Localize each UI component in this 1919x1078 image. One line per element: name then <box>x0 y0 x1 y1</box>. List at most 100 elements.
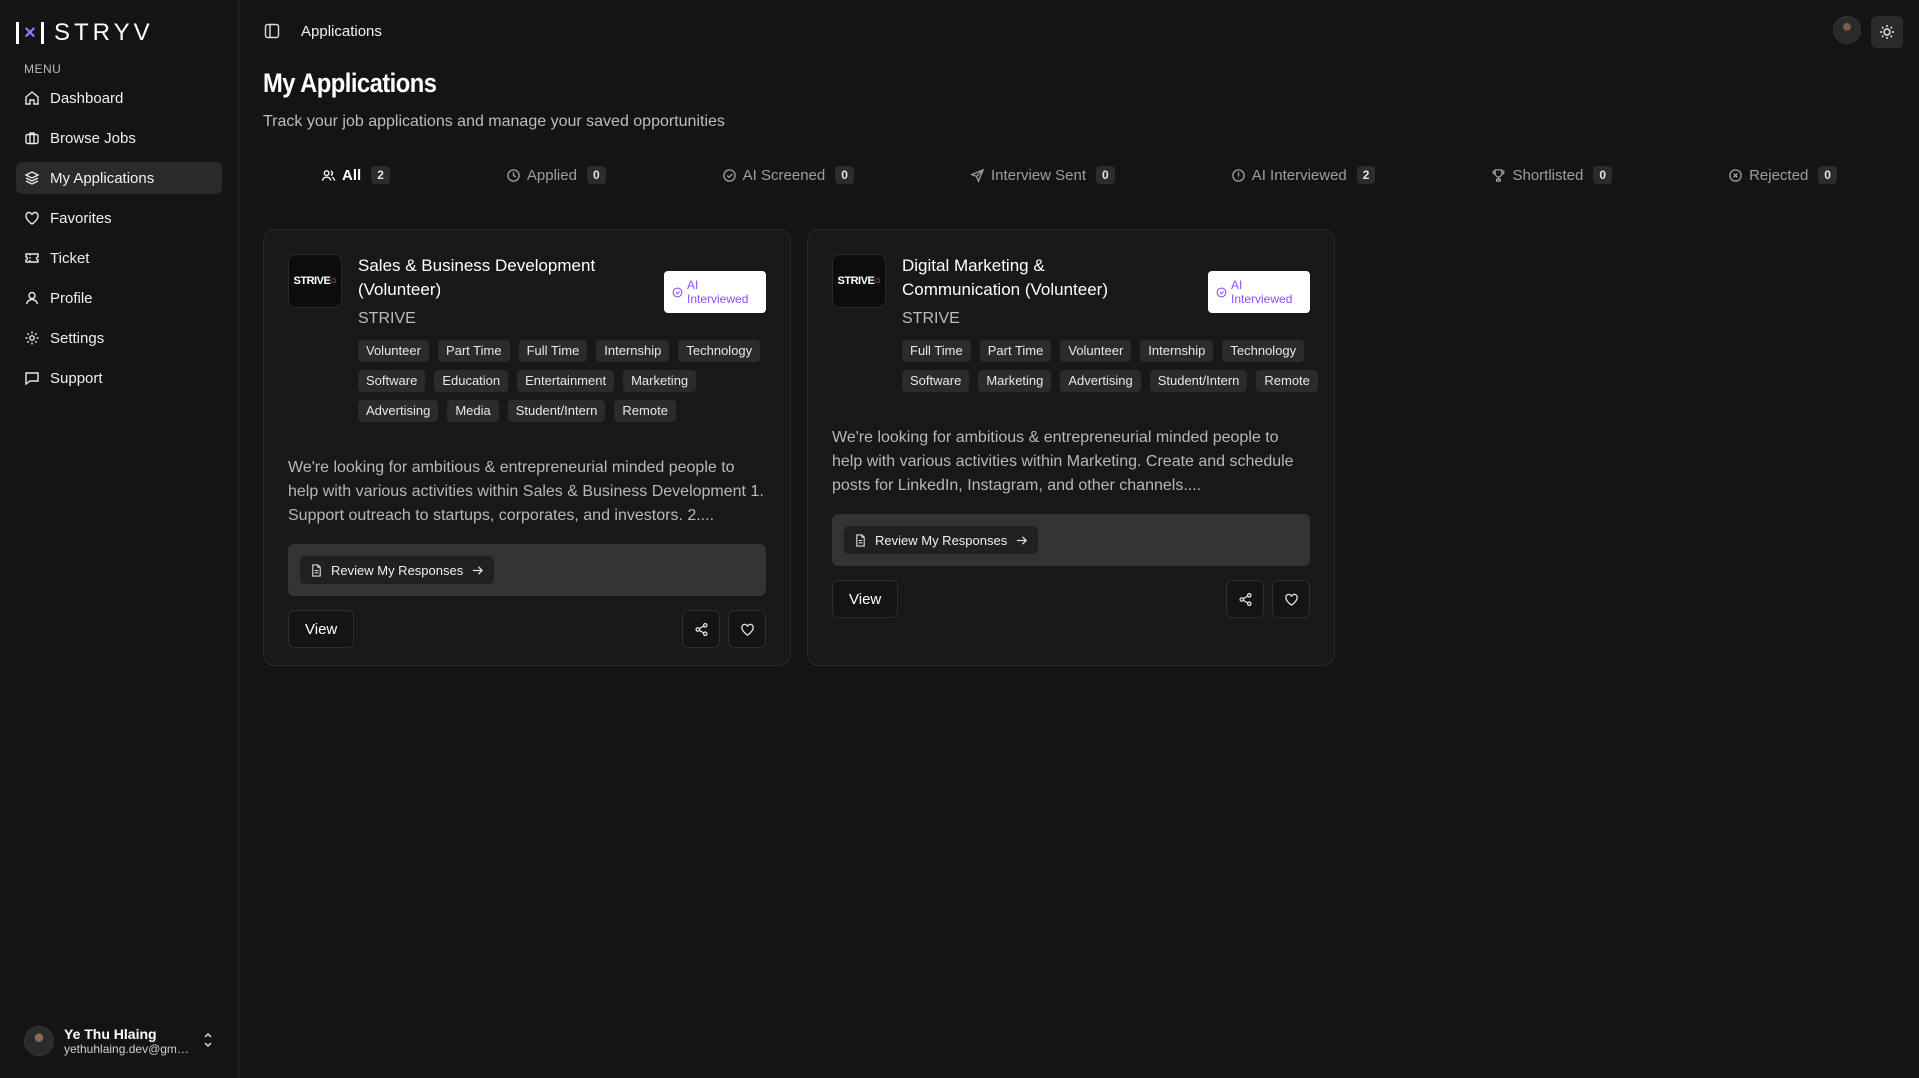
ticket-icon <box>25 253 39 263</box>
tab-label: All <box>342 166 362 184</box>
tag: Internship <box>596 340 670 362</box>
app-root: × STRYV MENU Dashboard Browse Jobs My Ap… <box>0 0 1919 1078</box>
breadcrumb[interactable]: Applications <box>301 23 382 40</box>
status-badge-label: AI Interviewed <box>1231 278 1293 306</box>
heart-icon <box>25 211 39 225</box>
sidebar-item-dashboard[interactable]: Dashboard <box>16 82 222 114</box>
view-button[interactable]: View <box>832 580 899 618</box>
menu-label: MENU <box>24 62 62 76</box>
job-title[interactable]: Digital Marketing & Communication (Volun… <box>902 254 1152 302</box>
share-button[interactable] <box>1226 580 1264 618</box>
job-title[interactable]: Sales & Business Development (Volunteer) <box>358 254 608 302</box>
tag: Remote <box>614 400 676 422</box>
chevrons-up-down-icon[interactable] <box>202 1032 214 1050</box>
briefcase-icon <box>25 132 39 145</box>
sidebar-item-settings[interactable]: Settings <box>16 322 222 354</box>
user-icon <box>25 291 39 305</box>
review-button-label: Review My Responses <box>875 532 1008 548</box>
check-circle-icon <box>672 287 683 297</box>
company-logo: STRIVE ○ <box>288 254 342 308</box>
share-icon <box>694 622 708 636</box>
avatar <box>24 1026 54 1056</box>
theme-toggle-button[interactable] <box>1871 16 1903 48</box>
arrow-right-icon <box>473 565 484 575</box>
check-circle-icon <box>1216 287 1227 297</box>
logo-mark-icon: × <box>16 22 44 44</box>
tab-label: AI Screened <box>742 166 826 184</box>
tag: Advertising <box>358 400 439 422</box>
application-card: STRIVE ○ Sales & Business Development (Vo… <box>263 229 791 666</box>
message-icon <box>25 372 39 386</box>
sidebar-toggle-icon[interactable] <box>263 22 281 40</box>
card-actions <box>682 610 766 648</box>
tab-ai-interviewed[interactable]: AI Interviewed 2 <box>1231 166 1376 184</box>
application-cards: STRIVE ○ Sales & Business Development (Vo… <box>263 229 1895 666</box>
status-badge-label: AI Interviewed <box>687 278 749 306</box>
tab-label: Applied <box>526 166 577 184</box>
favorite-button[interactable] <box>728 610 766 648</box>
document-icon <box>856 533 865 547</box>
tab-label: Interview Sent <box>990 166 1086 184</box>
review-responses-button[interactable]: Review My Responses <box>844 526 1039 554</box>
favorite-button[interactable] <box>1272 580 1310 618</box>
job-description: We're looking for ambitious & entreprene… <box>832 429 1294 494</box>
tab-count-badge: 0 <box>586 166 606 184</box>
tab-label: Rejected <box>1749 166 1809 184</box>
tab-all[interactable]: All 2 <box>321 166 390 184</box>
tag: Part Time <box>979 340 1052 362</box>
card-footer: View <box>288 610 766 648</box>
tag: Education <box>434 370 509 392</box>
tag-list: Full Time Part Time Volunteer Internship… <box>902 340 1322 392</box>
sidebar-item-my-applications[interactable]: My Applications <box>16 162 222 194</box>
status-badge: AI Interviewed <box>664 271 766 313</box>
page-subtitle: Track your job applications and manage y… <box>263 113 725 130</box>
brand-logo[interactable]: × STRYV <box>0 0 238 52</box>
sidebar-item-support[interactable]: Support <box>16 362 222 394</box>
sidebar-item-browse-jobs[interactable]: Browse Jobs <box>16 122 222 154</box>
sidebar-item-favorites[interactable]: Favorites <box>16 202 222 234</box>
company-logo-text: STRIVE <box>837 275 875 287</box>
tag: Media <box>447 400 499 422</box>
heart-icon <box>1284 593 1298 606</box>
layers-icon <box>24 171 40 185</box>
user-name: Ye Thu Hlaing <box>64 1026 157 1042</box>
tab-interview-sent[interactable]: Interview Sent 0 <box>970 166 1115 184</box>
tag: Volunteer <box>358 340 429 362</box>
review-button-label: Review My Responses <box>331 562 464 578</box>
main-content: Applications My Applications Track your … <box>239 0 1919 1078</box>
avatar[interactable] <box>1833 16 1861 44</box>
tag: Software <box>902 370 970 392</box>
tab-count-badge: 0 <box>1593 166 1613 184</box>
send-icon <box>970 168 985 183</box>
tag: Software <box>358 370 426 392</box>
sidebar-item-profile[interactable]: Profile <box>16 282 222 314</box>
tag: Marketing <box>978 370 1052 392</box>
check-circle-icon <box>722 168 736 182</box>
x-circle-icon <box>1729 168 1742 182</box>
tab-ai-screened[interactable]: AI Screened 0 <box>722 166 854 184</box>
user-info: Ye Thu Hlaing yethuhlaing.dev@gmail.... <box>64 1026 192 1056</box>
users-icon <box>321 169 336 181</box>
clock-icon <box>507 168 520 182</box>
tag: Part Time <box>437 340 510 362</box>
topbar-actions <box>1833 16 1903 48</box>
arrow-right-icon <box>1017 535 1028 545</box>
tab-rejected[interactable]: Rejected 0 <box>1728 166 1837 184</box>
tab-shortlisted[interactable]: Shortlisted 0 <box>1491 166 1613 184</box>
sidebar-item-ticket[interactable]: Ticket <box>16 242 222 274</box>
review-responses-button[interactable]: Review My Responses <box>300 556 495 584</box>
share-button[interactable] <box>682 610 720 648</box>
sidebar-item-label: Dashboard <box>50 89 124 107</box>
status-tabs: All 2 Applied 0 AI Screened 0 Interview … <box>263 163 1895 187</box>
tag: Student/Intern <box>1149 370 1248 392</box>
logo-ring-icon: ○ <box>874 275 881 287</box>
status-badge: AI Interviewed <box>1208 271 1310 313</box>
tab-label: Shortlisted <box>1512 166 1584 184</box>
tab-applied[interactable]: Applied 0 <box>506 166 606 184</box>
view-button[interactable]: View <box>288 610 355 648</box>
tag: Student/Intern <box>507 400 606 422</box>
home-icon <box>25 91 39 105</box>
user-menu[interactable]: Ye Thu Hlaing yethuhlaing.dev@gmail.... <box>16 1016 222 1066</box>
sidebar-item-label: Support <box>50 369 103 387</box>
trophy-icon <box>1492 168 1506 182</box>
